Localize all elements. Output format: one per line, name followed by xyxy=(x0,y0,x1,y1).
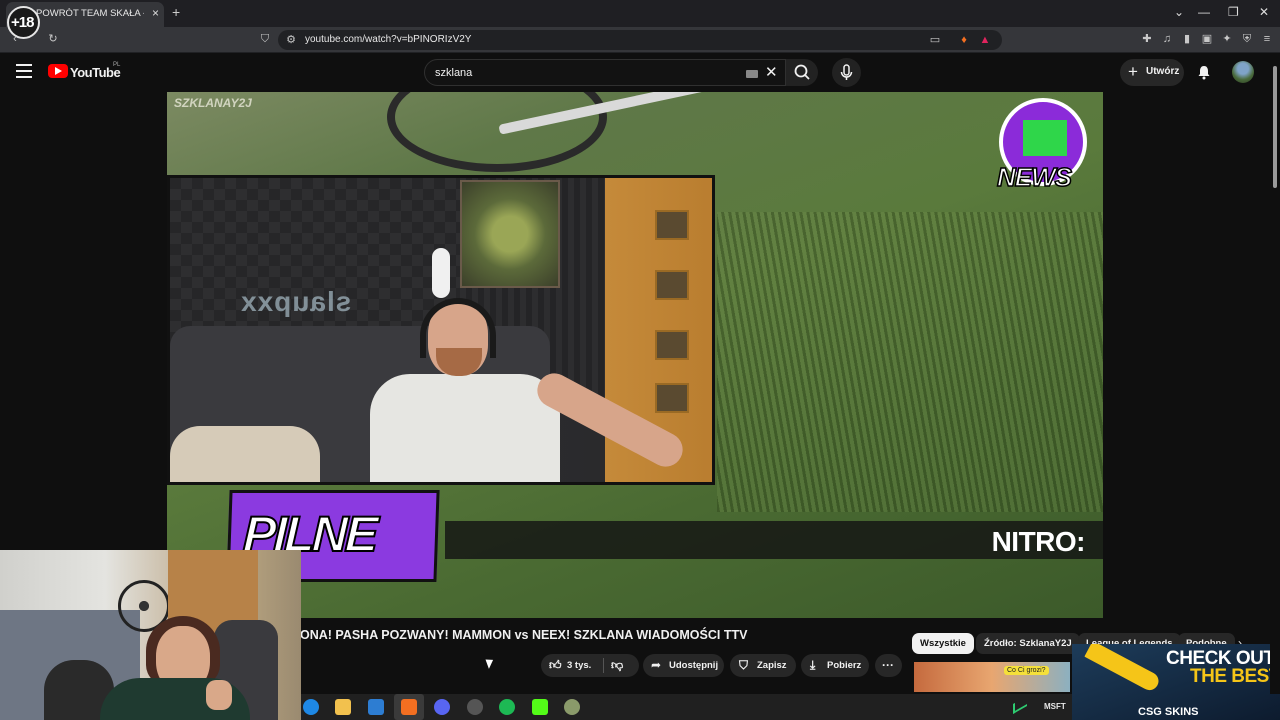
search-icon xyxy=(794,64,810,80)
wall-poster xyxy=(460,180,560,288)
tab-title: POWRÓT TEAM SKAŁA - GUC xyxy=(36,8,144,19)
bell-icon[interactable] xyxy=(1197,65,1211,80)
edge-icon[interactable] xyxy=(303,699,319,715)
region-code: PL xyxy=(113,62,121,68)
brave-icon[interactable] xyxy=(401,699,417,715)
download-icon: ⤓ xyxy=(810,658,816,672)
age-rating-text: +18 xyxy=(11,14,34,31)
more-icon: ··· xyxy=(882,658,894,672)
plus-icon: + xyxy=(1128,62,1138,81)
share-label: Udostępnij xyxy=(669,660,719,671)
news-logo-text: NEWS xyxy=(996,161,1073,193)
video-player[interactable]: SZKLANAY2J NEWS slaupxx PILNE NITRO: xyxy=(167,92,1103,618)
address-bar[interactable]: ⚙ youtube.com/watch?v=bPINORIzV2Y ▭ ♦ ▲ xyxy=(278,30,1002,50)
youtube-header: YouTube PL szklana ✕ + Utwórz xyxy=(0,54,1280,92)
menu-icon[interactable] xyxy=(16,64,32,78)
thumbnail-caption: Co Ci grozi? xyxy=(1004,666,1049,675)
brave-shield-icon[interactable]: ♦ xyxy=(957,33,971,47)
wallet-icon[interactable]: ▣ xyxy=(1200,32,1214,46)
maximize-button[interactable]: ❐ xyxy=(1228,5,1239,19)
download-button[interactable]: ⤓ Pobierz xyxy=(801,654,869,677)
create-label: Utwórz xyxy=(1146,66,1180,77)
obs-icon[interactable] xyxy=(467,699,483,715)
ad-brand: CSG SKINS xyxy=(1138,706,1199,718)
app-icon[interactable] xyxy=(564,699,580,715)
file-explorer-icon[interactable] xyxy=(335,699,351,715)
tab-close-icon[interactable]: × xyxy=(152,6,159,20)
kick-icon[interactable] xyxy=(532,699,548,715)
page-scrollbar[interactable] xyxy=(1270,54,1280,694)
share-icon: ➦ xyxy=(651,658,662,672)
youtube-logo-icon[interactable] xyxy=(48,64,68,78)
person-shirt xyxy=(370,374,560,482)
facecam-frame: slaupxx xyxy=(167,175,715,485)
keyboard-icon[interactable] xyxy=(746,70,758,78)
plush-toy xyxy=(432,248,450,298)
new-tab-button[interactable]: + xyxy=(172,4,180,20)
browser-tab-bar: POWRÓT TEAM SKAŁA - GUC × + ⌄ — ❐ ✕ xyxy=(0,0,1280,27)
sidebar-icon[interactable]: ▮ xyxy=(1180,32,1194,46)
media-icon[interactable]: ♫ xyxy=(1160,32,1174,46)
browser-toolbar: ‹ ↻ ⛉ ⚙ youtube.com/watch?v=bPINORIzV2Y … xyxy=(0,27,1280,53)
chip-all[interactable]: Wszystkie xyxy=(912,633,974,654)
search-query: szklana xyxy=(435,67,473,79)
share-button[interactable]: ➦ Udostępnij xyxy=(643,654,724,677)
discord-icon[interactable] xyxy=(434,699,450,715)
scrollbar-thumb[interactable] xyxy=(1273,66,1277,188)
windows-taskbar: MSFT xyxy=(301,694,1072,720)
create-button[interactable]: + Utwórz xyxy=(1120,59,1184,86)
bookmark-icon[interactable]: ⛉ xyxy=(258,32,272,46)
like-dislike-group: 👍︎ 3 tys. 👎︎ xyxy=(541,654,639,677)
search-input[interactable]: szklana ✕ xyxy=(424,59,786,86)
ticker-text: NITRO: xyxy=(991,526,1086,557)
browser-menu-icon[interactable]: ≡ xyxy=(1260,32,1274,46)
dislike-icon[interactable]: 👎︎ xyxy=(611,658,623,673)
mouse-cursor xyxy=(485,657,496,669)
bicycle-wheel xyxy=(387,92,607,172)
grass-texture xyxy=(717,212,1103,512)
save-button[interactable]: ⛉ Zapisz xyxy=(730,654,796,677)
channel-watermark: SZKLANAY2J xyxy=(174,96,252,110)
like-icon[interactable]: 👍︎ xyxy=(549,658,562,673)
url-text: youtube.com/watch?v=bPINORIzV2Y xyxy=(305,34,472,45)
more-actions-button[interactable]: ··· xyxy=(875,654,902,677)
mic-icon xyxy=(840,64,853,80)
avatar[interactable] xyxy=(1232,61,1254,83)
extensions-icon[interactable]: ✚ xyxy=(1140,32,1154,46)
spotify-icon[interactable] xyxy=(499,699,515,715)
streamer-webcam xyxy=(0,550,301,720)
reload-icon[interactable]: ↻ xyxy=(46,32,60,46)
rewards-icon[interactable]: ▲ xyxy=(978,33,992,47)
download-label: Pobierz xyxy=(827,660,862,671)
neon-sign: slaupxx xyxy=(240,286,352,317)
tabs-dropdown-icon[interactable]: ⌄ xyxy=(1174,5,1184,19)
news-ticker: NITRO: xyxy=(445,521,1103,559)
mail-icon[interactable] xyxy=(368,699,384,715)
ad-banner[interactable]: CHECK OUT THE BEST CSG SKINS xyxy=(1072,644,1280,720)
voice-search-button[interactable] xyxy=(832,58,861,87)
leo-icon[interactable]: ✦ xyxy=(1220,32,1234,46)
save-label: Zapisz xyxy=(757,660,787,671)
vpn-icon[interactable]: ⛨ xyxy=(1240,32,1254,46)
like-count[interactable]: 3 tys. xyxy=(567,660,591,671)
cast-icon[interactable]: ▭ xyxy=(928,33,942,47)
save-icon: ⛉ xyxy=(739,658,749,672)
video-title: ONA! PASHA POZWANY! MAMMON vs NEEX! SZKL… xyxy=(300,628,748,642)
stock-ticker[interactable]: MSFT xyxy=(1044,702,1066,711)
ad-subheadline: THE BEST xyxy=(1190,666,1280,687)
age-rating-badge: +18 xyxy=(7,6,40,39)
recommended-video-thumbnail[interactable]: Co Ci grozi? xyxy=(914,662,1070,692)
chip-source[interactable]: Źródło: SzklanaY2J xyxy=(976,633,1080,654)
site-info-icon[interactable]: ⚙ xyxy=(284,33,298,47)
streamer-hand xyxy=(206,680,232,710)
close-window-button[interactable]: ✕ xyxy=(1259,5,1269,19)
search-button[interactable] xyxy=(786,59,818,86)
knife-graphic xyxy=(1084,644,1162,694)
minimize-button[interactable]: — xyxy=(1198,5,1210,19)
person-legs xyxy=(170,426,320,482)
stock-up-icon xyxy=(1013,695,1027,715)
clear-search-icon[interactable]: ✕ xyxy=(765,63,778,81)
